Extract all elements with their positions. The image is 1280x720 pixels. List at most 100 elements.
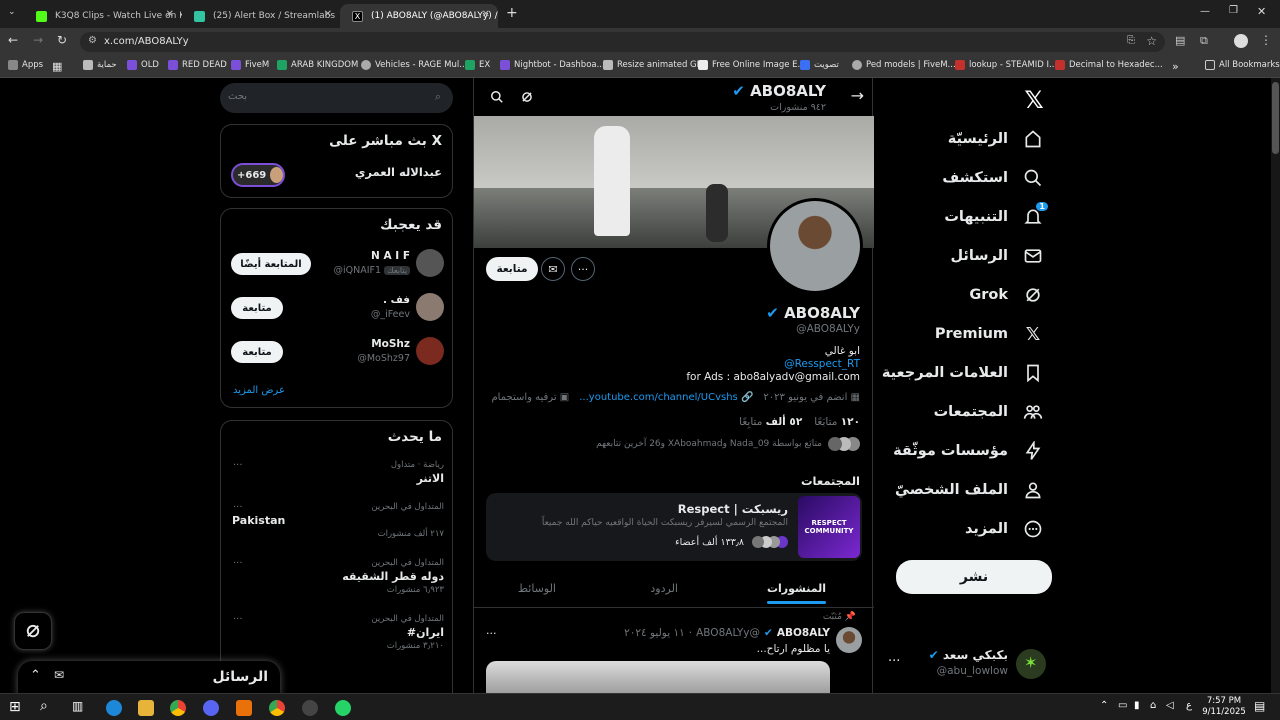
bookmark-star-icon[interactable]: ☆ <box>1146 34 1157 48</box>
followed-by[interactable]: متابَع بواسطة Nada_09 وXAboahmad و26 آخر… <box>596 437 860 451</box>
suggested-user[interactable]: MoShz @MoShz97 متابعة <box>221 333 454 371</box>
suggested-user[interactable]: فف . @_iFeev متابعة <box>221 289 454 327</box>
nav-explore[interactable]: استكشف <box>942 163 1044 193</box>
media-icon[interactable]: ▤ <box>1175 34 1185 47</box>
trend-more-icon[interactable]: ··· <box>233 614 243 625</box>
bookmark-7[interactable]: EX <box>465 60 490 70</box>
follow-button[interactable]: متابعة <box>231 341 283 363</box>
nav-notifications[interactable]: 1 التنبيهات <box>944 202 1048 232</box>
community-card[interactable]: RESPECT COMMUNITY Respect | ريسبكت المجت… <box>486 493 862 561</box>
follow-back-button[interactable]: المتابعة أيضًا <box>231 253 311 275</box>
bookmark-1[interactable]: حماية <box>83 60 117 70</box>
tray-arrow-icon[interactable]: ⌃ <box>1100 700 1108 711</box>
nav-more[interactable]: المزيد <box>965 514 1044 544</box>
bookmark-14[interactable]: Decimal to Hexadec... <box>1055 60 1163 70</box>
site-info-icon[interactable]: ⚙ <box>88 35 97 46</box>
tab-replies[interactable]: الردود <box>650 582 678 595</box>
bookmark-8[interactable]: Nightbot - Dashboa... <box>500 60 605 70</box>
nav-bookmarks[interactable]: العلامات المرجعية <box>882 358 1044 388</box>
back-arrow-icon[interactable]: → <box>851 86 864 105</box>
close-tab-icon[interactable]: ✕ <box>166 9 174 20</box>
tab-list-icon[interactable]: ⌄ <box>8 7 16 17</box>
bio-mention-link[interactable]: @Resspect_RT <box>784 358 860 370</box>
close-window-icon[interactable]: ✕ <box>1257 5 1266 18</box>
clock[interactable]: 7:57 PM 9/11/2025 <box>1200 696 1248 718</box>
grok-floating-button[interactable] <box>14 612 52 650</box>
tab-media[interactable]: الوسائط <box>518 582 556 595</box>
bookmark-11[interactable]: تصويت <box>800 60 839 70</box>
extensions-icon[interactable]: ⧉ <box>1200 34 1208 48</box>
bookmark-5[interactable]: ARAB KINGDOM <box>277 60 358 70</box>
nav-verified-orgs[interactable]: مؤسسات موثّقة <box>893 436 1044 466</box>
profile-avatar-icon[interactable] <box>1234 34 1248 48</box>
expand-up-icon[interactable]: ⌃ <box>30 668 41 683</box>
bookmark-6[interactable]: Vehicles - RAGE Mul... <box>361 60 467 70</box>
discord-icon[interactable] <box>203 700 219 716</box>
more-bookmarks-icon[interactable]: » <box>1172 60 1179 73</box>
steam-icon[interactable] <box>302 700 318 716</box>
maximize-icon[interactable]: ❐ <box>1229 5 1238 16</box>
account-switcher[interactable]: ✶ بكبكي سعد ✔ @abu_lowlow ... <box>884 644 1054 684</box>
profile-avatar[interactable] <box>767 198 863 294</box>
x-logo-icon[interactable]: 𝕏 <box>1022 88 1046 112</box>
grok-header-icon[interactable] <box>520 89 534 108</box>
show-more-link[interactable]: عرض المزيد <box>233 385 285 396</box>
nav-premium[interactable]: 𝕏 Premium <box>935 319 1044 349</box>
task-view-icon[interactable]: ▥ <box>72 699 83 713</box>
post-author[interactable]: ABO8ALY <box>777 627 830 639</box>
browser-tab-streamlabs[interactable]: (25) Alert Box / Streamlabs ✕ <box>182 4 340 28</box>
tray-wifi-icon[interactable]: ⌂ <box>1150 700 1156 711</box>
new-message-icon[interactable]: ✉ <box>54 668 64 682</box>
whatsapp-icon[interactable] <box>335 700 351 716</box>
browser-tab-x[interactable]: X (1) ABO8ALY (@ABO8ALYy) / X ✕ <box>340 4 498 28</box>
live-host[interactable]: عبدالاله العمري <box>355 165 442 179</box>
suggested-user[interactable]: N A I F @iQNAIF1 يتابعك المتابعة أيضًا <box>221 245 454 283</box>
message-icon[interactable]: ✉ <box>541 257 565 281</box>
bookmark-10[interactable]: Free Online Image E... <box>698 60 806 70</box>
forward-icon[interactable]: → <box>33 33 43 47</box>
nav-home[interactable]: الرئيسيّة <box>948 124 1044 154</box>
account-more-icon[interactable]: ... <box>888 650 900 665</box>
minimize-icon[interactable]: — <box>1200 6 1210 17</box>
chrome-alt-icon[interactable] <box>269 700 285 716</box>
bookmark-apps[interactable]: Apps <box>8 60 43 70</box>
page-scrollbar[interactable] <box>1271 78 1280 693</box>
followers-count[interactable]: ٥٢ ألف متابِعًا <box>739 416 802 428</box>
more-options-icon[interactable]: ··· <box>571 257 595 281</box>
close-tab-icon[interactable]: ✕ <box>482 9 490 20</box>
follow-button[interactable]: متابعة <box>486 257 538 281</box>
trend-more-icon[interactable]: ··· <box>233 460 243 471</box>
nav-grok[interactable]: Grok <box>969 280 1044 310</box>
all-bookmarks[interactable]: All Bookmarks <box>1205 60 1280 70</box>
reload-icon[interactable]: ↻ <box>57 33 67 47</box>
windows-start-icon[interactable]: ⊞ <box>9 699 21 715</box>
input-language[interactable]: ع <box>1186 700 1192 711</box>
trend-item[interactable]: المتداول في البحرين Pakistan ٢١٧ ألف منش… <box>221 499 454 549</box>
edge-icon[interactable] <box>106 700 122 716</box>
trend-item[interactable]: رياضة · متداول الاتنر ··· <box>221 457 454 493</box>
post-media-image[interactable] <box>486 661 830 693</box>
bookmark-2[interactable]: OLD <box>127 60 159 70</box>
app-icon[interactable] <box>236 700 252 716</box>
messages-drawer[interactable]: الرسائل ⌃ ✉ <box>18 661 280 693</box>
pinned-post[interactable]: مُثبّت 📌 ABO8ALY ✔ @ABO8ALYy · ١١ يوليو … <box>474 609 874 693</box>
browser-tab-kick[interactable]: K3Q8 Clips - Watch Live on Kick ✕ <box>24 4 182 28</box>
bookmark-13[interactable]: lookup - STEAMID I... <box>955 60 1057 70</box>
nav-messages[interactable]: الرسائل <box>950 241 1044 271</box>
back-icon[interactable]: ← <box>8 33 18 47</box>
post-date[interactable]: ١١ يوليو ٢٠٢٤ <box>624 627 685 639</box>
search-header-icon[interactable] <box>490 89 504 108</box>
live-listeners-badge[interactable]: +669 <box>231 163 285 187</box>
nav-communities[interactable]: المجتمعات <box>934 397 1044 427</box>
new-tab-icon[interactable]: + <box>506 5 518 21</box>
grid-icon[interactable]: ▦ <box>52 60 62 73</box>
trend-more-icon[interactable]: ··· <box>233 558 243 569</box>
tab-posts[interactable]: المنشورات <box>766 582 826 604</box>
close-tab-icon[interactable]: ✕ <box>324 9 332 20</box>
nav-profile[interactable]: الملف الشخصيّ <box>895 475 1044 505</box>
post-button[interactable]: نشر <box>896 560 1052 594</box>
search-icon[interactable]: ⌕ <box>40 698 48 714</box>
post-author-avatar[interactable] <box>836 627 862 653</box>
post-more-icon[interactable]: ... <box>486 624 497 637</box>
tray-network-icon[interactable]: ▭ <box>1118 700 1127 711</box>
